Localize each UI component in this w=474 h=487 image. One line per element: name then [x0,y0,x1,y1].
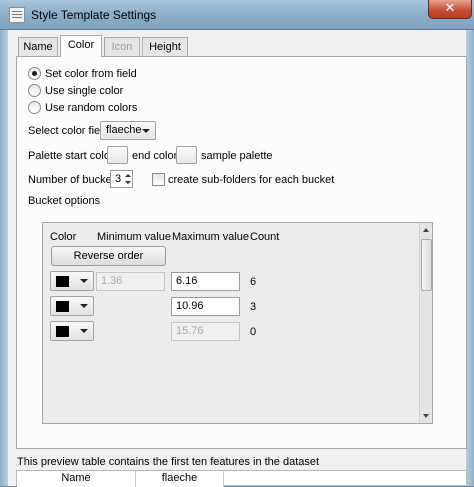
preview-table[interactable]: Name flaeche [16,470,467,487]
spin-up-icon[interactable] [125,174,131,177]
bucket-color-button[interactable] [50,271,94,291]
bucket-count: 6 [250,276,257,288]
window-frame-left [0,30,8,486]
color-swatch [56,326,69,337]
app-icon [9,7,25,23]
subfolders-label: create sub-folders for each bucket [168,174,335,186]
bucket-color-button[interactable] [50,321,94,341]
color-field-select[interactable]: flaeche [100,121,156,140]
title-bar[interactable]: Style Template Settings ✕ [0,0,474,30]
color-swatch [56,276,69,287]
tab-icon: Icon [104,37,140,56]
close-button[interactable]: ✕ [428,0,472,19]
bucket-count-label: Number of buckets [28,174,121,186]
tab-name[interactable]: Name [18,37,58,56]
column-header-max: Maximum value [172,231,250,243]
tab-color[interactable]: Color [60,35,102,57]
chevron-down-icon [80,279,88,283]
window-frame-right [466,30,474,486]
spin-down-icon[interactable] [125,181,131,184]
palette-start-label: Palette start color [28,150,114,162]
sample-palette-label: sample palette [201,150,273,162]
window-title: Style Template Settings [31,8,157,22]
palette-start-color-button[interactable] [107,146,128,164]
chevron-down-icon [80,329,88,333]
bucket-max-field[interactable]: 10.96 [171,297,240,316]
color-swatch [56,301,69,312]
radio-label-single-color: Use single color [45,85,124,97]
radio-label-random-colors: Use random colors [45,102,138,114]
palette-end-color-button[interactable] [176,146,197,164]
preview-column-header[interactable]: Name [17,471,136,487]
radio-set-color-from-field[interactable] [28,67,41,80]
bucket-scrollbar[interactable] [419,223,432,423]
radio-use-single-color[interactable] [28,84,41,97]
bucket-count-spinbox[interactable]: 3 [110,170,133,188]
column-header-count: Count [250,231,280,243]
chevron-down-icon [80,304,88,308]
scroll-down-icon[interactable] [423,414,429,418]
radio-label-from-field: Set color from field [45,68,137,80]
chevron-down-icon [142,129,150,133]
column-header-color: Color [50,231,77,243]
radio-use-random-colors[interactable] [28,101,41,114]
scrollbar-thumb[interactable] [421,239,432,291]
bucket-color-button[interactable] [50,296,94,316]
palette-end-label: end color [132,150,178,162]
reverse-order-button[interactable]: Reverse order [51,246,166,266]
preview-column-header[interactable]: flaeche [136,471,224,487]
bucket-count: 0 [250,326,257,338]
scroll-up-icon[interactable] [423,228,429,232]
bucket-max-field[interactable]: 6.16 [171,272,240,291]
bucket-max-field: 15.76 [171,322,240,341]
bucket-min-field: 1.36 [96,272,165,291]
tab-height[interactable]: Height [142,37,188,56]
column-header-min: Minimum value [97,231,171,243]
bucket-count: 3 [250,301,257,313]
bucket-count-value: 3 [115,173,122,185]
color-field-label: Select color field [28,125,109,137]
bucket-options-label: Bucket options [28,195,101,207]
subfolders-checkbox[interactable] [152,173,165,186]
color-field-value: flaeche [106,124,142,136]
preview-note: This preview table contains the first te… [17,456,320,468]
